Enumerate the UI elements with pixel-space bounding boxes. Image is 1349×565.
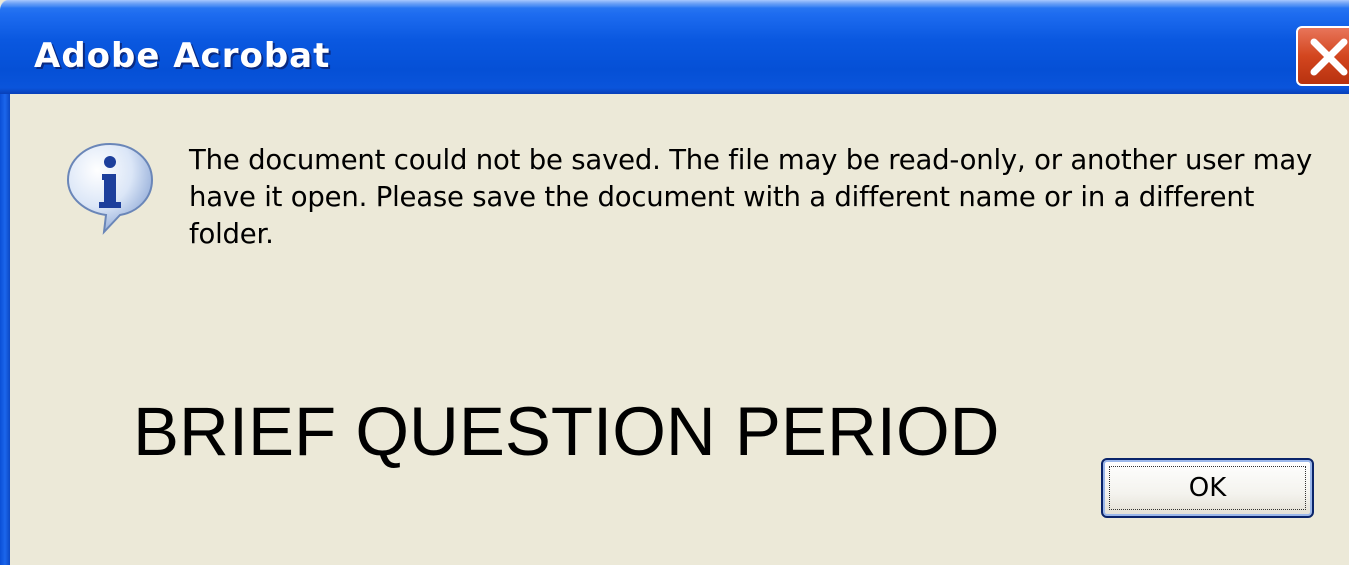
info-icon xyxy=(66,142,154,235)
ok-button[interactable]: OK xyxy=(1101,458,1314,518)
overlay-caption: BRIEF QUESTION PERIOD xyxy=(133,393,1000,470)
dialog-window: Adobe Acrobat The document could not be … xyxy=(0,0,1349,565)
title-bar-highlight xyxy=(0,0,1349,8)
window-title: Adobe Acrobat xyxy=(34,36,331,76)
dialog-message: The document could not be saved. The fil… xyxy=(189,144,1313,250)
title-bar[interactable]: Adobe Acrobat xyxy=(0,0,1349,94)
close-button[interactable] xyxy=(1296,26,1349,86)
focus-rectangle xyxy=(1109,466,1306,510)
window-left-border xyxy=(0,94,10,565)
close-icon xyxy=(1310,38,1348,76)
